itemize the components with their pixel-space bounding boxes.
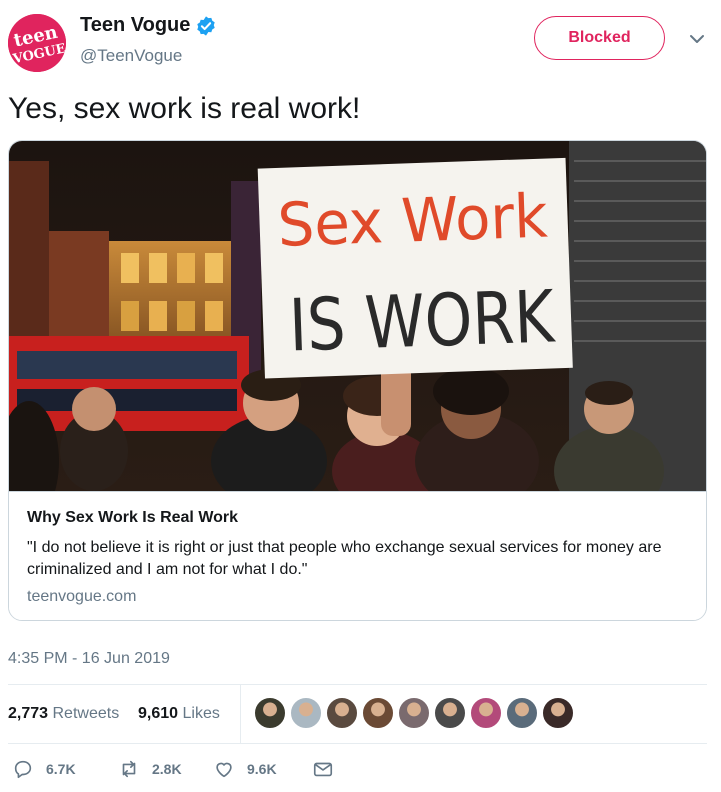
heart-icon [216,762,232,778]
tweet-text: Yes, sex work is real work! [8,92,361,125]
divider [8,743,707,744]
teen-vogue-logo: teen VOGUE [8,14,66,72]
card-domain: teenvogue.com [27,588,137,605]
tweet-header: teen VOGUE Teen Vogue @TeenVogue Blocked [0,0,721,80]
retweets-count: 2,773 [8,705,49,722]
liker-avatar[interactable] [506,697,538,729]
retweet-count: 2.8K [152,761,182,777]
display-name[interactable]: Teen Vogue [80,14,190,37]
protest-photo: Sex Work IS WORK [9,141,706,491]
account-avatar[interactable]: teen VOGUE [8,14,66,72]
liker-avatars [254,697,578,729]
liker-avatar[interactable] [290,697,322,729]
retweet-icon [122,760,136,778]
envelope-icon [313,762,333,777]
reply-action[interactable]: 6.7K [12,758,76,780]
likes-stat[interactable]: 9,610 Likes [138,705,220,723]
link-card[interactable]: Sex Work IS WORK Why Sex Work Is Real Wo… [8,140,707,621]
reply-count: 6.7K [46,761,76,777]
like-count: 9.6K [247,761,277,777]
tweet-timestamp[interactable]: 4:35 PM - 16 Jun 2019 [8,650,170,668]
retweets-label: Retweets [52,705,120,722]
chevron-down-icon[interactable] [688,30,706,48]
card-description: "I do not believe it is right or just th… [27,539,662,578]
stats-separator [240,685,241,743]
sign-text-line1: Sex Work [276,182,549,261]
liker-avatar[interactable] [470,697,502,729]
card-image[interactable]: Sex Work IS WORK [9,141,706,491]
tweet-actions: 6.7K 2.8K 9.6K [8,758,707,788]
liker-avatar[interactable] [254,697,286,729]
name-row: Teen Vogue [80,14,217,37]
card-title: Why Sex Work Is Real Work [27,509,239,526]
reply-icon [14,760,32,779]
likes-count: 9,610 [138,705,179,722]
sign-text-line2: IS WORK [288,274,557,367]
retweet-action[interactable]: 2.8K [118,758,182,780]
verified-badge-icon [197,15,216,36]
like-action[interactable]: 9.6K [213,758,277,780]
likes-label: Likes [182,705,220,722]
tweet-stats: 2,773 Retweets 9,610 Likes [8,685,707,743]
blocked-button[interactable]: Blocked [534,16,665,60]
liker-avatar[interactable] [398,697,430,729]
liker-avatar[interactable] [542,697,574,729]
direct-message-action[interactable] [312,758,334,780]
liker-avatar[interactable] [362,697,394,729]
liker-avatar[interactable] [434,697,466,729]
account-handle[interactable]: @TeenVogue [80,46,182,66]
liker-avatar[interactable] [326,697,358,729]
retweets-stat[interactable]: 2,773 Retweets [8,705,119,723]
card-body[interactable]: Why Sex Work Is Real Work "I do not beli… [9,491,706,620]
